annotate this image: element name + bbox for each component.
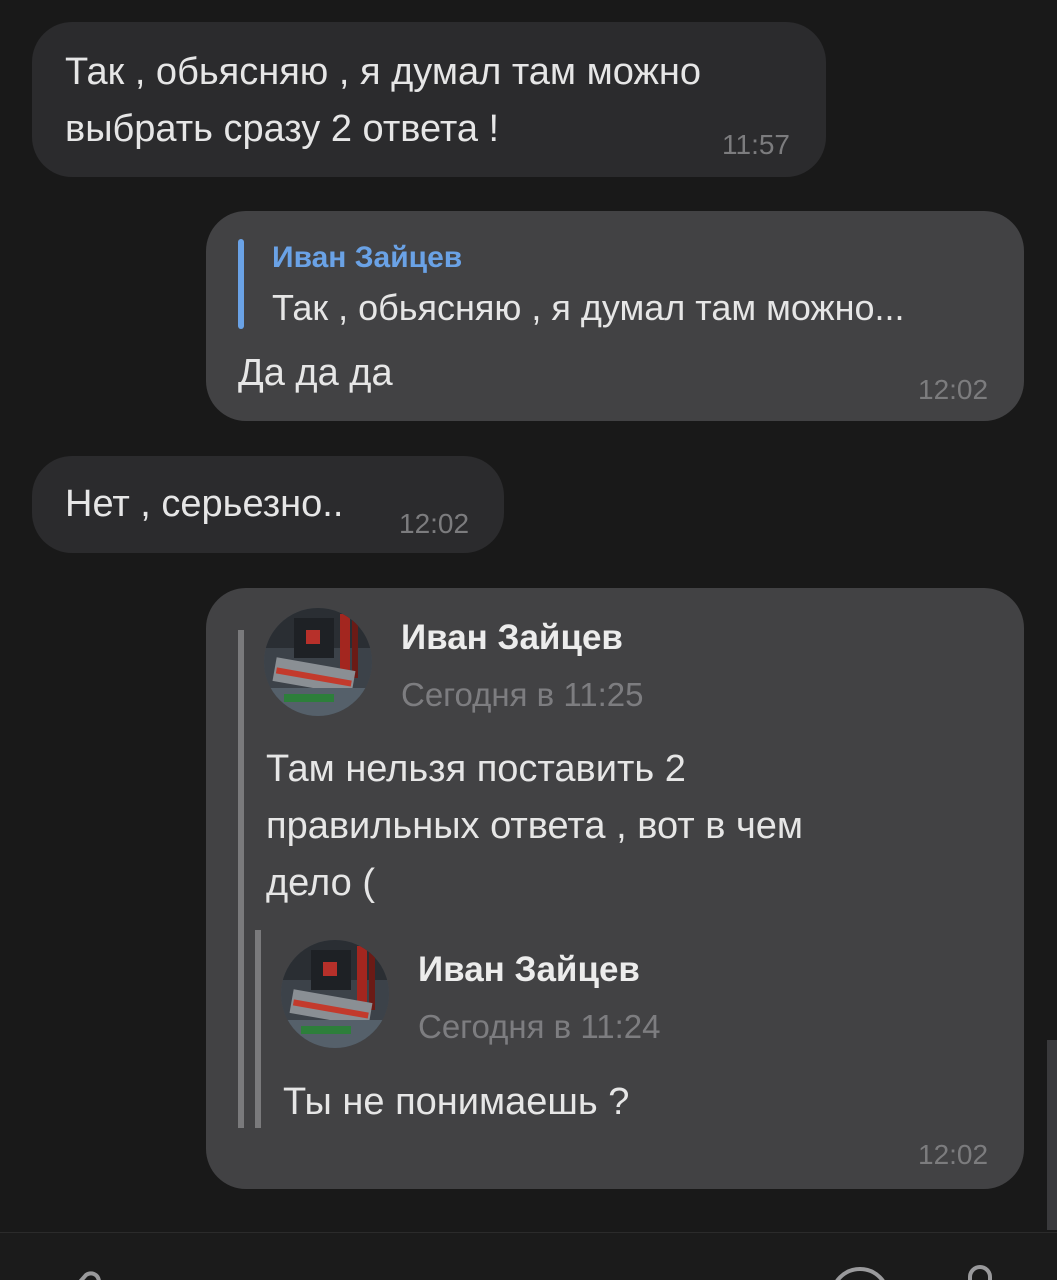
message-time: 11:57 bbox=[722, 129, 790, 160]
message-time: 12:02 bbox=[918, 374, 989, 405]
message-text: Нет , серьезно.. bbox=[65, 483, 344, 525]
avatar[interactable] bbox=[281, 940, 389, 1048]
nested-forward-text: Ты не понимаешь ? bbox=[283, 1081, 630, 1123]
forward-date: Сегодня в 11:25 bbox=[401, 676, 644, 713]
message-text: Так , обьясняю , я думал там можно выбра… bbox=[65, 51, 701, 150]
avatar-image bbox=[264, 608, 372, 716]
emoji-icon[interactable] bbox=[826, 1263, 894, 1280]
reply-quote-bar bbox=[238, 239, 244, 329]
message-bubble-outgoing[interactable]: Иван Зайцев Сегодня в 11:25 Там нельзя п… bbox=[206, 588, 1024, 1189]
reply-snippet[interactable]: Так , обьясняю , я думал там можно... bbox=[272, 287, 905, 329]
message-bubble-outgoing[interactable]: Иван Зайцев Так , обьясняю , я думал там… bbox=[206, 211, 1024, 421]
message-time: 12:02 bbox=[918, 1139, 989, 1170]
reply-author[interactable]: Иван Зайцев bbox=[272, 241, 462, 275]
message-bubble-incoming[interactable]: Нет , серьезно.. 12:02 bbox=[32, 456, 504, 553]
nested-forward-quote-bar bbox=[255, 930, 261, 1128]
forward-quote-bar bbox=[238, 630, 244, 1128]
scrollbar[interactable] bbox=[1047, 1040, 1057, 1230]
message-bubble-incoming[interactable]: Так , обьясняю , я думал там можно выбра… bbox=[32, 22, 826, 177]
forward-author[interactable]: Иван Зайцев bbox=[401, 618, 623, 658]
nested-forward-date: Сегодня в 11:24 bbox=[418, 1008, 661, 1045]
microphone-icon[interactable] bbox=[960, 1263, 1000, 1280]
attach-icon[interactable] bbox=[62, 1263, 106, 1280]
avatar-image bbox=[281, 940, 389, 1048]
message-composer[interactable] bbox=[0, 1232, 1057, 1280]
forward-text: Там нельзя поставить 2 правильных ответа… bbox=[266, 748, 804, 904]
chat-history[interactable]: Так , обьясняю , я думал там можно выбра… bbox=[0, 0, 1057, 1232]
message-time: 12:02 bbox=[399, 508, 470, 539]
avatar[interactable] bbox=[264, 608, 372, 716]
nested-forward-author[interactable]: Иван Зайцев bbox=[418, 950, 640, 990]
message-text: Да да да bbox=[238, 352, 393, 394]
